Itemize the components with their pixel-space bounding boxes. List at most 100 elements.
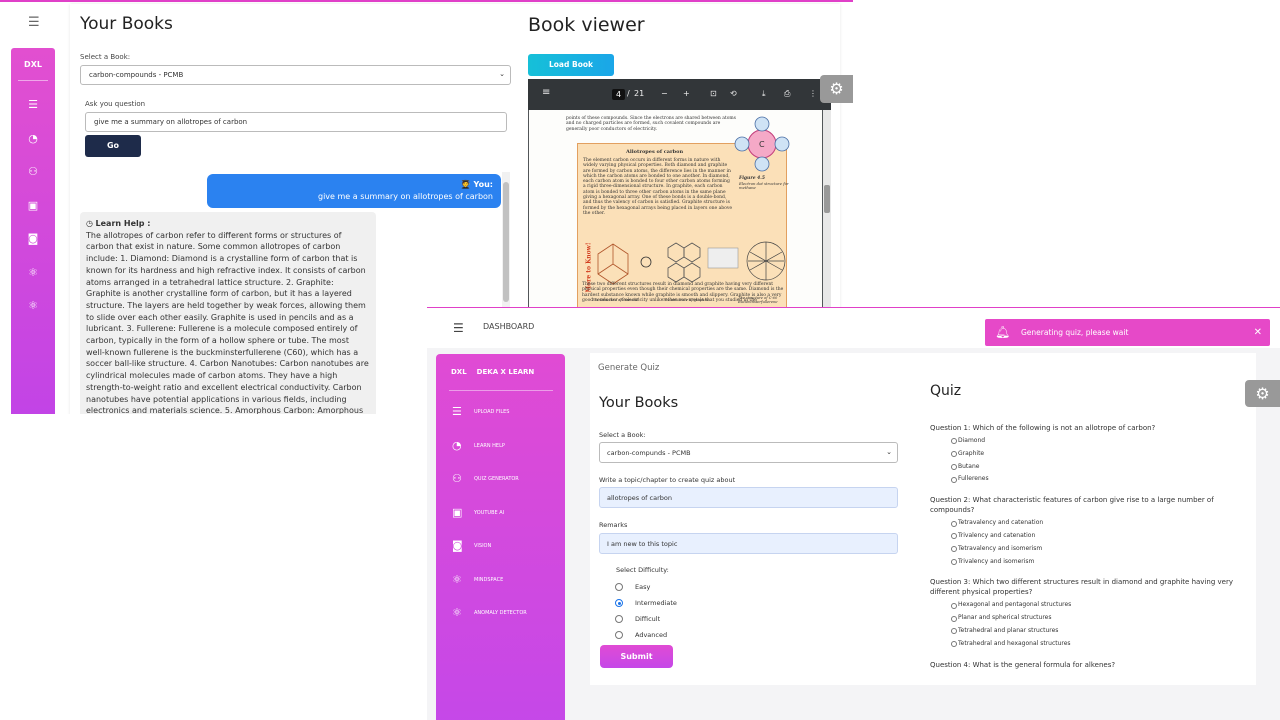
answer-option-label: Planar and spherical structures <box>958 614 1052 622</box>
topic-label: Write a topic/chapter to create quiz abo… <box>599 476 736 484</box>
nodes-icon[interactable]: ⚇ <box>11 162 55 196</box>
book-select[interactable]: carbon-compunds - PCMB ⌄ <box>599 442 898 463</box>
answer-option[interactable]: Tetravalency and catenation <box>930 517 1250 530</box>
remarks-input[interactable]: I am new to this topic <box>599 533 898 554</box>
radio-button[interactable] <box>615 615 623 623</box>
sidebar-item-upload-files[interactable]: ☰ UPLOAD FILES <box>436 405 565 443</box>
radio-button[interactable] <box>615 583 623 591</box>
zoom-in-icon[interactable]: + <box>683 89 690 98</box>
pdf-top-text: points of these compounds. Since the ele… <box>566 116 736 132</box>
sidebar-item-learn-help[interactable]: ◔ LEARN HELP <box>436 439 565 477</box>
go-button[interactable]: Go <box>85 135 141 157</box>
answer-option[interactable]: Tetravalency and isomerism <box>930 543 1250 556</box>
answer-option[interactable]: Tetrahedral and hexagonal structures <box>930 638 1250 651</box>
answer-option[interactable]: Trivalency and isomerism <box>930 556 1250 569</box>
sidebar-item-label: ANOMALY DETECTOR <box>474 610 527 616</box>
chevron-down-icon: ⌄ <box>499 70 505 78</box>
list-icon[interactable]: ☰ <box>11 95 55 129</box>
methane-figure: C <box>734 116 790 172</box>
pdf-scrollbar-thumb[interactable] <box>824 185 830 213</box>
load-book-button[interactable]: Load Book <box>528 54 614 76</box>
difficulty-intermediate[interactable]: Intermediate <box>615 599 677 607</box>
pdf-menu-icon[interactable]: ≡ <box>542 87 550 98</box>
radio-button[interactable] <box>951 533 957 540</box>
viewer-title: Book viewer <box>528 14 645 36</box>
dashboard-title: DASHBOARD <box>483 322 535 331</box>
settings-gear-icon[interactable]: ⚙ <box>820 75 853 103</box>
sidebar-item-vision[interactable]: ◙ VISION <box>436 539 565 577</box>
submit-button[interactable]: Submit <box>600 645 673 668</box>
radio-button[interactable] <box>951 438 957 445</box>
page-number-input[interactable]: 4 <box>612 89 626 100</box>
rotate-icon[interactable]: ⟲ <box>730 89 737 98</box>
atom-icon[interactable]: ⚛ <box>11 296 55 330</box>
answer-option[interactable]: Butane <box>930 461 1250 474</box>
difficulty-option-label: Advanced <box>635 631 668 639</box>
radio-button-selected[interactable] <box>615 599 623 607</box>
radio-button[interactable] <box>951 628 957 635</box>
page-title: Your Books <box>80 14 173 34</box>
book-select[interactable]: carbon-compounds - PCMB ⌄ <box>80 65 511 85</box>
radio-button[interactable] <box>951 520 957 527</box>
camera-icon[interactable]: ◙ <box>11 229 55 263</box>
menu-icon[interactable]: ☰ <box>453 321 464 335</box>
answer-option[interactable]: Fullerenes <box>930 473 1250 486</box>
pie-chart-icon[interactable]: ◔ <box>11 129 55 163</box>
radio-button[interactable] <box>951 602 957 609</box>
sidebar-item-label: MINDSPACE <box>474 576 504 583</box>
settings-gear-icon[interactable]: ⚙ <box>1245 380 1280 407</box>
answer-option[interactable]: Hexagonal and pentagonal structures <box>930 599 1250 612</box>
bell-icon: 🔔︎ <box>995 325 1011 339</box>
answer-option[interactable]: Trivalency and catenation <box>930 530 1250 543</box>
chevron-down-icon: ⌄ <box>886 448 892 456</box>
radio-button[interactable] <box>951 615 957 622</box>
radio-button[interactable] <box>951 451 957 458</box>
zoom-out-icon[interactable]: − <box>661 89 668 98</box>
quiz-title: Quiz <box>930 383 962 399</box>
video-icon[interactable]: ▣ <box>11 196 55 230</box>
brand-long: DEKA X LEARN <box>476 368 535 376</box>
more-options-icon[interactable]: ⋮ <box>809 89 817 98</box>
radio-button[interactable] <box>615 631 623 639</box>
answer-option[interactable]: Planar and spherical structures <box>930 612 1250 625</box>
sidebar-item-anomaly-detector[interactable]: ⚛ ANOMALY DETECTOR <box>436 606 565 644</box>
radio-button[interactable] <box>951 546 957 553</box>
scrollbar-thumb[interactable] <box>503 182 509 302</box>
radio-button[interactable] <box>951 463 957 470</box>
difficulty-option-label: Intermediate <box>635 599 677 607</box>
difficulty-option-label: Easy <box>635 583 651 591</box>
atom-icon[interactable]: ⚛ <box>11 263 55 297</box>
difficulty-easy[interactable]: Easy <box>615 583 650 591</box>
print-icon[interactable]: ⎙ <box>784 89 790 99</box>
sidebar-item-youtube-ai[interactable]: ▣ YOUTUBE AI <box>436 506 565 544</box>
clock-icon: ◷ <box>86 219 93 228</box>
answer-option[interactable]: Graphite <box>930 448 1250 461</box>
pdf-scrollbar[interactable] <box>823 110 831 310</box>
answer-option-label: Trivalency and isomerism <box>958 557 1035 565</box>
radio-button[interactable] <box>951 476 957 483</box>
fit-page-icon[interactable]: ⊡ <box>710 89 717 98</box>
radio-button[interactable] <box>951 641 957 648</box>
answer-option-label: Tetravalency and catenation <box>958 519 1044 527</box>
select-book-label: Select a Book: <box>80 53 131 61</box>
download-icon[interactable]: ⤓ <box>762 89 766 99</box>
sidebar-item-mindspace[interactable]: ⚛ MINDSPACE <box>436 573 565 611</box>
sidebar-item-quiz-generator[interactable]: ⚇ QUIZ GENERATOR <box>436 472 565 510</box>
question-text: Question 4: What is the general formula … <box>930 660 1116 669</box>
radio-button[interactable] <box>951 558 957 565</box>
answer-option[interactable]: Diamond <box>930 435 1250 448</box>
question-input[interactable]: give me a summary on allotropes of carbo… <box>85 112 507 132</box>
difficulty-advanced[interactable]: Advanced <box>615 631 667 639</box>
difficulty-difficult[interactable]: Difficult <box>615 615 660 623</box>
brand-short: DXL <box>451 368 467 376</box>
question-text: Question 3: Which two different structur… <box>930 578 1233 597</box>
answer-option-label: Fullerenes <box>958 475 989 483</box>
answer-option[interactable]: Tetrahedral and planar structures <box>930 625 1250 638</box>
answer-option-label: Tetrahedral and planar structures <box>958 626 1059 634</box>
assistant-message: ◷ Learn Help : The allotropes of carbon … <box>80 212 376 414</box>
close-icon[interactable]: ✕ <box>1254 319 1262 346</box>
ask-label: Ask you question <box>85 100 146 108</box>
atom-icon: ⚛ <box>452 606 462 619</box>
menu-icon[interactable]: ☰ <box>28 15 42 30</box>
topic-input[interactable]: allotropes of carbon <box>599 487 898 508</box>
